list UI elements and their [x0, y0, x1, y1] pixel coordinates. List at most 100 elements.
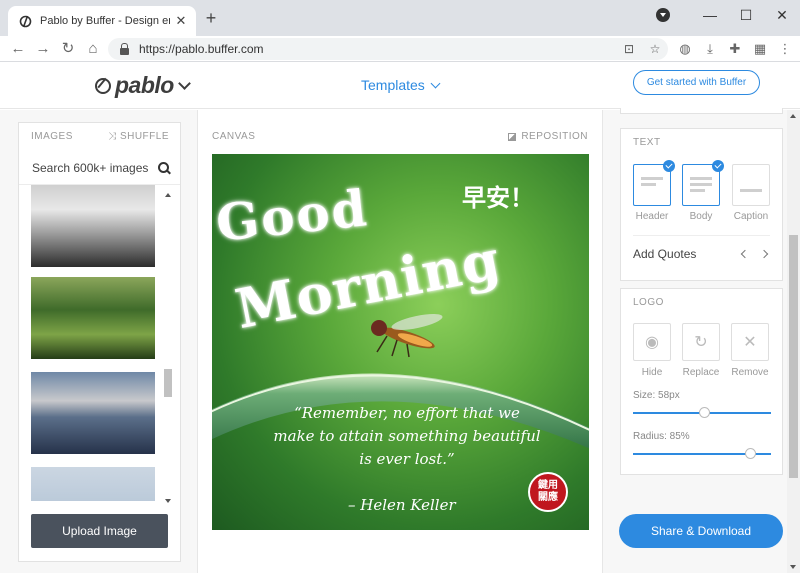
seal-logo: 鍵用 關應 [528, 472, 568, 512]
reload-icon[interactable]: ↻ [58, 39, 78, 59]
home-icon[interactable]: ⌂ [83, 39, 103, 59]
browser-tab-bar: Pablo by Buffer - Design engag ✕ + — ☐ ✕ [0, 0, 800, 36]
profile-screenshot-icon[interactable]: ▦ [750, 39, 770, 59]
tab-close-icon[interactable]: ✕ [174, 13, 188, 29]
app-header: pablo Templates Get started with Buffer [0, 63, 800, 109]
design-canvas[interactable]: Good Morning 早安！ “Remember, no effort th… [212, 154, 589, 530]
header-toggle[interactable] [633, 160, 675, 206]
chevron-down-icon [430, 78, 441, 88]
templates-dropdown[interactable]: Templates [361, 77, 441, 93]
chevron-down-icon [177, 76, 191, 90]
menu-icon[interactable]: ⋮ [775, 39, 795, 59]
search-placeholder: Search 600k+ images [32, 160, 149, 175]
url-text: https://pablo.buffer.com [139, 42, 264, 56]
shuffle-label: SHUFFLE [119, 131, 169, 142]
search-icon[interactable] [158, 161, 170, 174]
shuffle-button[interactable]: ⤨ SHUFFLE [108, 131, 169, 142]
scrollbar-thumb[interactable] [164, 369, 172, 397]
minimize-button[interactable]: — [692, 7, 728, 23]
scroll-up-icon[interactable] [165, 193, 171, 197]
refresh-icon: ↻ [694, 334, 708, 351]
browser-tab[interactable]: Pablo by Buffer - Design engag ✕ [8, 6, 196, 36]
image-thumbnail[interactable] [31, 372, 155, 454]
hide-label: Hide [641, 367, 663, 378]
size-label: Size: 58px [633, 390, 680, 401]
settings-scrollbar[interactable] [787, 110, 800, 573]
back-icon[interactable]: ← [8, 39, 28, 59]
replace-label: Replace [682, 367, 720, 378]
replace-logo-button[interactable]: ↻ [682, 323, 720, 361]
image-thumbnail[interactable] [31, 277, 155, 359]
upload-image-button[interactable]: Upload Image [31, 514, 168, 548]
get-started-button[interactable]: Get started with Buffer [633, 70, 760, 95]
download-icon[interactable]: ⤓ [700, 39, 720, 59]
logo-card-title: LOGO [633, 297, 664, 308]
image-list [31, 185, 155, 501]
chinese-greeting: 早安！ [462, 183, 534, 212]
size-slider-knob[interactable] [699, 407, 711, 418]
workspace: IMAGES ⤨ SHUFFLE Search 600k+ images Upl… [0, 108, 800, 573]
close-icon: ✕ [743, 334, 757, 351]
scrollbar-thumb[interactable] [789, 235, 798, 478]
maximize-button[interactable]: ☐ [728, 7, 764, 24]
image-list-scrollbar[interactable] [163, 189, 173, 505]
image-thumbnail[interactable] [31, 467, 155, 501]
extension-globe-icon[interactable]: ◍ [675, 39, 695, 59]
forward-icon[interactable]: → [33, 39, 53, 59]
caption-toggle[interactable] [732, 164, 770, 206]
text-card-title: TEXT [633, 137, 661, 148]
templates-label: Templates [361, 77, 425, 93]
image-thumbnail[interactable] [31, 185, 155, 267]
check-icon [663, 160, 675, 172]
hoverfly-illustration [371, 314, 443, 358]
canvas-column: CANVAS REPOSITION Good Morning 早安！ “Reme… [197, 110, 603, 573]
url-field[interactable]: https://pablo.buffer.com ⊡ ☆ [108, 38, 668, 60]
scroll-up-icon[interactable] [790, 114, 796, 118]
reposition-icon [508, 132, 517, 141]
eye-icon: ◉ [645, 334, 659, 351]
quote-text: “Remember, no effort that we make to att… [273, 404, 541, 468]
tab-title: Pablo by Buffer - Design engag [40, 15, 170, 27]
remove-label: Remove [731, 367, 769, 378]
window-close-button[interactable]: ✕ [764, 7, 800, 24]
next-quote-icon[interactable] [759, 249, 769, 259]
remove-logo-button[interactable]: ✕ [731, 323, 769, 361]
address-bar-row: ← → ↻ ⌂ https://pablo.buffer.com ⊡ ☆ ◍ ⤓… [0, 36, 800, 62]
images-panel: IMAGES ⤨ SHUFFLE Search 600k+ images Upl… [18, 122, 181, 562]
seal-text: 鍵用 關應 [538, 480, 558, 503]
radius-slider[interactable] [633, 448, 771, 459]
text-card: TEXT Header Body Caption Add Quotes [620, 128, 783, 281]
pablo-logo-icon [95, 77, 111, 94]
add-quotes-label: Add Quotes [633, 247, 697, 261]
reposition-button[interactable]: REPOSITION [508, 131, 588, 142]
radius-slider-knob[interactable] [744, 448, 756, 459]
body-label: Body [689, 211, 713, 222]
size-slider[interactable] [633, 407, 771, 418]
profile-dropdown-icon[interactable] [656, 8, 670, 22]
new-tab-button[interactable]: + [202, 9, 220, 27]
puzzle-icon[interactable]: ✚ [725, 39, 745, 59]
reposition-label: REPOSITION [521, 131, 588, 142]
image-search-input[interactable]: Search 600k+ images [19, 151, 180, 185]
previous-card-edge [620, 108, 783, 114]
scroll-down-icon[interactable] [165, 499, 171, 503]
hide-logo-button[interactable]: ◉ [633, 323, 671, 361]
star-icon[interactable]: ☆ [642, 42, 668, 56]
canvas-label: CANVAS [212, 131, 256, 142]
lock-icon [120, 42, 129, 55]
header-label: Header [635, 211, 669, 222]
radius-label: Radius: 85% [633, 431, 690, 442]
previous-quote-icon[interactable] [740, 249, 750, 259]
body-toggle[interactable] [682, 160, 724, 206]
logo-text: pablo [115, 72, 174, 98]
check-icon [712, 160, 724, 172]
translate-icon[interactable]: ⊡ [616, 42, 642, 56]
settings-panel: TEXT Header Body Caption Add Quotes LOGO… [604, 108, 787, 573]
divider [633, 235, 770, 236]
scroll-down-icon[interactable] [790, 565, 796, 569]
logo-card: LOGO ◉ ↻ ✕ Hide Replace Remove Size: 58p… [620, 288, 783, 475]
pablo-logo[interactable]: pablo [95, 72, 191, 99]
shuffle-icon: ⤨ [108, 131, 120, 142]
share-download-button[interactable]: Share & Download [619, 514, 783, 548]
images-panel-title: IMAGES [31, 131, 73, 142]
